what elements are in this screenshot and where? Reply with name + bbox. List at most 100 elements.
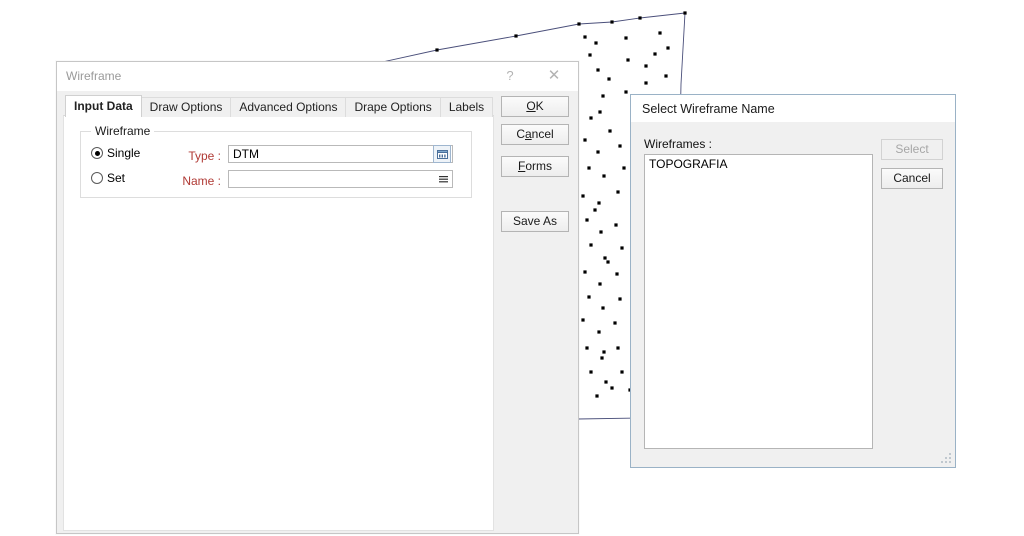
survey-point (583, 35, 587, 39)
survey-point (598, 110, 602, 114)
survey-point (606, 260, 610, 264)
help-icon[interactable]: ? (488, 62, 532, 89)
ok-rest: K (535, 99, 544, 113)
tab-labels[interactable]: Labels (439, 97, 494, 117)
survey-point (577, 22, 581, 26)
tab-drape-options[interactable]: Drape Options (345, 97, 441, 117)
wireframe-titlebar[interactable]: Wireframe ? ✕ (57, 62, 578, 91)
survey-point (626, 58, 630, 62)
wireframe-dialog-title: Wireframe (66, 69, 122, 83)
survey-point (595, 394, 599, 398)
cancel-button[interactable]: Cancel (501, 124, 569, 145)
name-label: Name : (182, 174, 221, 188)
survey-point (616, 190, 620, 194)
tab-page-input-data: Wireframe Single Set Type : DTM Name: (63, 115, 494, 531)
wireframes-listbox[interactable]: TOPOGRAFIA (644, 154, 873, 449)
survey-point (588, 53, 592, 57)
wireframes-list-label: Wireframes : (644, 137, 713, 151)
select-button[interactable]: Select (881, 139, 943, 160)
survey-point (587, 166, 591, 170)
forms-button[interactable]: Forms (501, 156, 569, 177)
close-icon[interactable]: ✕ (532, 62, 576, 89)
survey-point (615, 272, 619, 276)
name-field[interactable] (228, 170, 453, 188)
survey-point (589, 370, 593, 374)
type-field-value[interactable]: DTM (229, 147, 433, 161)
survey-point (587, 295, 591, 299)
survey-point (608, 129, 612, 133)
survey-point (624, 36, 628, 40)
radio-single-dot-icon (91, 147, 103, 159)
survey-point (602, 174, 606, 178)
cancel-pre: C (516, 127, 525, 141)
wireframe-dialog[interactable]: Wireframe ? ✕ Input Data Draw Options Ad… (56, 61, 579, 534)
radio-single-label: Single (107, 146, 141, 160)
resize-grip-icon[interactable] (940, 452, 952, 464)
wireframe-groupbox: Wireframe Single Set Type : DTM Name: (80, 124, 472, 198)
select-dialog-title: Select Wireframe Name (642, 102, 775, 116)
menu-list-icon[interactable] (435, 171, 451, 187)
survey-point (589, 243, 593, 247)
survey-point (658, 31, 662, 35)
wireframe-polyline (354, 12, 686, 69)
radio-set[interactable]: Set (91, 171, 125, 185)
survey-point (613, 321, 617, 325)
survey-point (597, 201, 601, 205)
radio-single[interactable]: Single (91, 146, 140, 160)
survey-point (644, 64, 648, 68)
cancel-button[interactable]: Cancel (881, 168, 943, 189)
survey-point (597, 330, 601, 334)
survey-point (598, 282, 602, 286)
survey-point (618, 297, 622, 301)
tab-input-data[interactable]: Input Data (65, 95, 142, 117)
select-dialog-body: Wireframes : TOPOGRAFIA Select Cancel (631, 122, 955, 467)
survey-point (603, 256, 607, 260)
survey-point (666, 46, 670, 50)
save-as-button[interactable]: Save As (501, 211, 569, 232)
survey-point (585, 346, 589, 350)
survey-point (581, 318, 585, 322)
tab-bar[interactable]: Input Data Draw Options Advanced Options… (65, 95, 494, 117)
tab-advanced-options[interactable]: Advanced Options (230, 97, 347, 117)
ok-button[interactable]: OK (501, 96, 569, 117)
survey-point (601, 306, 605, 310)
cancel-rest: ncel (531, 127, 554, 141)
survey-point (653, 52, 657, 56)
survey-point (601, 94, 605, 98)
browse-window-icon[interactable] (433, 145, 451, 163)
type-field[interactable]: DTM (228, 145, 453, 163)
survey-point (683, 11, 687, 15)
survey-point (585, 218, 589, 222)
survey-point (514, 34, 518, 38)
forms-rest: orms (525, 159, 552, 173)
survey-point (618, 144, 622, 148)
type-label: Type : (188, 149, 221, 163)
survey-point (610, 20, 614, 24)
survey-point (607, 77, 611, 81)
radio-set-dot-icon (91, 172, 103, 184)
menu-glyph (438, 175, 448, 182)
survey-point (596, 150, 600, 154)
radio-set-label: Set (107, 171, 126, 185)
browse-glyph (436, 149, 448, 159)
select-wireframe-name-dialog[interactable]: Select Wireframe Name Wireframes : TOPOG… (630, 94, 956, 468)
survey-point (620, 246, 624, 250)
survey-point (610, 386, 614, 390)
survey-point (644, 81, 648, 85)
survey-point (581, 194, 585, 198)
ok-accel: O (526, 99, 536, 113)
survey-point (593, 208, 597, 212)
survey-point (435, 48, 439, 52)
survey-point (622, 166, 626, 170)
cancel-accel: a (524, 127, 532, 141)
select-dialog-titlebar[interactable]: Select Wireframe Name (631, 95, 955, 122)
survey-point (616, 346, 620, 350)
survey-point (602, 350, 606, 354)
survey-point (638, 16, 642, 20)
tab-draw-options[interactable]: Draw Options (140, 97, 232, 117)
survey-point (624, 90, 628, 94)
list-item[interactable]: TOPOGRAFIA (645, 155, 872, 173)
survey-point (583, 270, 587, 274)
survey-point (594, 41, 598, 45)
survey-point (614, 223, 618, 227)
